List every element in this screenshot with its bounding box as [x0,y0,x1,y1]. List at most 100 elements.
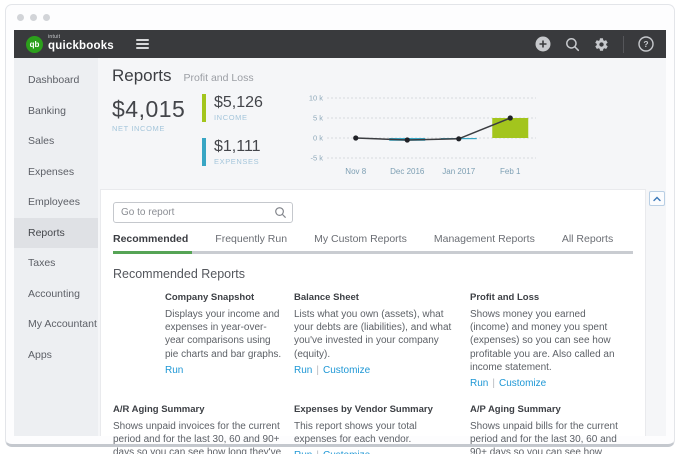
svg-text:5 k: 5 k [313,114,323,123]
browser-titlebar [6,5,674,30]
stat-net-income: $4,015 NET INCOME [112,96,185,133]
report-card-links: Run | Customize [294,365,460,376]
screenshot-stage: qb intuit quickbooks ? Dashboard Banking… [0,0,680,454]
report-card-title: A/P Aging Summary [470,403,561,415]
link-separator: | [316,364,319,376]
sidebar-item-reports[interactable]: Reports [14,217,98,248]
income-label: INCOME [214,113,248,122]
svg-text:Feb 1: Feb 1 [500,167,521,176]
sidebar-item-employees[interactable]: Employees [14,187,98,218]
window-control-dot[interactable] [43,14,50,21]
customize-link[interactable]: Customize [323,450,370,454]
report-card: A/P Aging Summary Shows unpaid bills for … [470,404,633,454]
tab-management-reports[interactable]: Management Reports [434,233,535,251]
report-card-description: Lists what you own (assets), what your d… [294,309,452,360]
page-title: Reports [112,66,172,85]
svg-text:10 k: 10 k [309,94,323,103]
brand-quickbooks: quickbooks [48,40,114,53]
report-card-links: Run | Customize [470,378,623,389]
search-icon [274,206,287,224]
report-tabs: Recommended Frequently Run My Custom Repor… [113,233,633,251]
income-value: $5,126 [214,94,263,111]
customize-link[interactable]: Customize [499,378,546,389]
sidebar-item-taxes[interactable]: Taxes [14,248,98,279]
sidebar-item-accounting[interactable]: Accounting [14,279,98,310]
run-link[interactable]: Run [165,365,183,376]
svg-text:?: ? [643,39,648,49]
report-card-links: Run [165,365,284,376]
svg-text:Jan 2017: Jan 2017 [442,167,475,176]
window-control-dot[interactable] [17,14,24,21]
svg-text:-5 k: -5 k [310,154,323,163]
search-icon[interactable] [565,37,580,52]
quickbooks-app: qb intuit quickbooks ? Dashboard Banking… [14,30,666,454]
report-card-title: A/R Aging Summary [113,403,205,415]
sidebar-item-banking[interactable]: Banking [14,96,98,127]
appbar-divider [623,35,624,53]
report-card: Expenses by Vendor Summary This report sh… [294,404,470,454]
net-income-mini-chart: 10 k 5 k 0 k -5 k Nov 8 Dec 2016 Jan 2017 Feb 1 [309,94,536,176]
link-separator: | [312,450,323,454]
create-plus-icon[interactable] [535,36,551,52]
run-link[interactable]: Run [294,365,312,376]
appbar-actions: ? [535,35,654,53]
report-card-description: Displays your income and expenses in yea… [165,309,282,360]
sidebar-item-my-accountant[interactable]: My Accountant [14,309,98,340]
page-subtitle: Profit and Loss [183,72,254,84]
report-card-description: Shows unpaid bills for the current perio… [470,420,618,454]
stat-expenses: $1,111 EXPENSES [202,138,261,166]
window-control-dot[interactable] [30,14,37,21]
sidebar-nav: Dashboard Banking Sales Expenses Employees Re… [14,58,98,436]
report-card: A/R Aging Summary Shows unpaid invoices f… [113,404,294,454]
svg-text:Nov 8: Nov 8 [345,167,366,176]
expenses-label: EXPENSES [214,157,260,166]
expenses-value: $1,111 [214,138,261,155]
page-header: Reports Profit and Loss [112,66,254,86]
report-card-description: Shows money you earned (income) and mone… [470,309,615,373]
gear-icon[interactable] [594,37,609,52]
app-header: qb intuit quickbooks ? [14,30,666,58]
svg-text:0 k: 0 k [313,134,323,143]
stat-income: $5,126 INCOME [202,94,263,122]
qb-logo-icon: qb [26,35,43,53]
run-link[interactable]: Run [470,378,488,389]
report-card: Profit and Loss Shows money you earned (i… [470,292,633,389]
report-card-links: Run|Customize [294,450,460,454]
active-tab-indicator [113,251,192,254]
sidebar-item-expenses[interactable]: Expenses [14,157,98,188]
collapse-panel-button[interactable] [649,191,665,206]
sidebar-item-sales[interactable]: Sales [14,126,98,157]
report-card-title: Company Snapshot [165,292,255,303]
tab-frequently-run[interactable]: Frequently Run [215,233,287,251]
link-separator: | [492,377,495,389]
report-card-title: Balance Sheet [294,292,359,303]
tab-recommended[interactable]: Recommended [113,233,188,251]
hamburger-menu-icon[interactable] [135,39,149,49]
window-controls [17,14,50,21]
sidebar-item-dashboard[interactable]: Dashboard [14,65,98,96]
tab-my-custom-reports[interactable]: My Custom Reports [314,233,407,251]
customize-link[interactable]: Customize [323,365,370,376]
net-income-value: $4,015 [112,96,186,122]
tabs-underline [113,251,633,254]
report-search [113,202,293,223]
run-link[interactable]: Run [294,450,312,454]
browser-frame: qb intuit quickbooks ? Dashboard Banking… [5,4,675,454]
help-icon[interactable]: ? [638,36,654,52]
net-income-label: NET INCOME [112,124,165,133]
svg-text:Dec 2016: Dec 2016 [390,167,425,176]
main-content: Reports Profit and Loss $4,015 NET INCOM… [98,58,666,454]
report-card-description: This report shows your total expenses fo… [294,420,417,446]
reports-panel: Recommended Frequently Run My Custom Repor… [100,189,646,454]
report-card: Balance Sheet Lists what you own (assets)… [294,292,470,389]
report-card-title: Expenses by Vendor Summary [294,403,433,415]
tab-all-reports[interactable]: All Reports [562,233,613,251]
report-card-description: Shows unpaid invoices for the current pe… [113,420,282,454]
report-card-title: Profit and Loss [470,292,540,303]
report-cards-grid: Company Snapshot Displays your income and… [113,292,633,454]
sidebar-item-apps[interactable]: Apps [14,340,98,371]
report-card: Company Snapshot Displays your income and… [113,292,294,389]
section-title: Recommended Reports [113,267,246,281]
report-search-input[interactable] [113,202,293,223]
quickbooks-logo[interactable]: qb intuit quickbooks [26,35,114,53]
